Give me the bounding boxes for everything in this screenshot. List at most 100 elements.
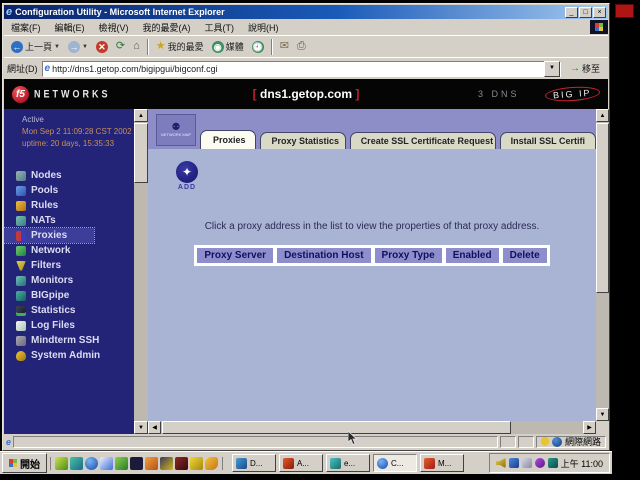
- sidebar-scrollbar[interactable]: ▲ ▼: [134, 109, 148, 434]
- taskbar-clock[interactable]: 上午 11:00: [561, 457, 603, 470]
- proxies-page: ✦ ADD Click a proxy address in the list …: [148, 149, 596, 421]
- address-dropdown-icon[interactable]: ▼: [544, 61, 560, 77]
- filters-icon: [16, 261, 26, 271]
- title-bar[interactable]: e Configuration Utility - Microsoft Inte…: [4, 5, 608, 19]
- close-button[interactable]: ×: [593, 7, 606, 18]
- tray-icon[interactable]: [535, 458, 545, 468]
- task-button[interactable]: D...: [232, 454, 276, 472]
- quick-launch-icon[interactable]: [70, 457, 83, 470]
- sidebar-item-log-files[interactable]: Log Files: [4, 318, 134, 333]
- sidebar-item-network[interactable]: Network: [4, 243, 134, 258]
- vertical-scrollbar[interactable]: ▲ ▼: [596, 109, 609, 434]
- menu-tools[interactable]: 工具(T): [198, 20, 242, 35]
- sidebar-scroll-thumb[interactable]: [134, 123, 148, 183]
- network-map-widget[interactable]: ⚉ NETWORK MAP: [156, 114, 196, 146]
- sidebar-item-label: Log Files: [31, 320, 75, 331]
- sidebar-item-nats[interactable]: NATs: [4, 213, 134, 228]
- col-proxy-type: Proxy Type: [373, 246, 444, 265]
- quick-launch-icon[interactable]: [190, 457, 203, 470]
- favorites-icon: ★: [156, 41, 166, 52]
- quick-launch-icon[interactable]: [85, 457, 98, 470]
- address-input[interactable]: [50, 64, 544, 74]
- stop-button[interactable]: ✕: [92, 40, 112, 54]
- menu-favorites[interactable]: 我的最愛(A): [136, 20, 198, 35]
- task-button[interactable]: M...: [420, 454, 464, 472]
- media-button[interactable]: ◉ 媒體: [208, 39, 248, 54]
- menu-help[interactable]: 說明(H): [241, 20, 286, 35]
- link-bigip[interactable]: BIG IP: [545, 85, 600, 103]
- address-input-wrap: e ▼: [42, 61, 561, 77]
- sidebar-item-system-admin[interactable]: System Admin: [4, 348, 134, 363]
- sidebar-item-statistics[interactable]: Statistics: [4, 303, 134, 318]
- scroll-left-icon[interactable]: ◀: [148, 421, 161, 434]
- horizontal-scrollbar[interactable]: ◀ ▶: [148, 421, 596, 434]
- refresh-button[interactable]: ⟳: [112, 40, 129, 53]
- sidebar-item-rules[interactable]: Rules: [4, 198, 134, 213]
- home-button[interactable]: ⌂: [129, 40, 144, 53]
- add-icon[interactable]: ✦: [176, 161, 198, 183]
- link-3dns[interactable]: 3 DNS: [478, 89, 520, 99]
- menu-view[interactable]: 檢視(V): [92, 20, 136, 35]
- vertical-scroll-thumb[interactable]: [596, 123, 609, 293]
- scroll-down-icon[interactable]: ▼: [596, 408, 609, 421]
- tab-proxy-statistics[interactable]: Proxy Statistics: [260, 132, 345, 149]
- sidebar-item-label: Filters: [31, 260, 61, 271]
- sidebar-item-monitors[interactable]: Monitors: [4, 273, 134, 288]
- tray-icon[interactable]: [522, 458, 532, 468]
- scroll-right-icon[interactable]: ▶: [583, 421, 596, 434]
- sidebar-item-filters[interactable]: Filters: [4, 258, 134, 273]
- history-button[interactable]: 🕘: [248, 40, 268, 54]
- back-dropdown-icon[interactable]: ▼: [54, 44, 60, 50]
- internet-globe-icon: [552, 437, 562, 447]
- quick-launch-icon[interactable]: [100, 457, 113, 470]
- task-button[interactable]: e...: [326, 454, 370, 472]
- nodes-icon: [16, 171, 26, 181]
- horizontal-scroll-thumb[interactable]: [162, 421, 511, 434]
- quick-launch-icon[interactable]: [160, 457, 173, 470]
- sidebar-item-label: Monitors: [31, 275, 73, 286]
- forward-button[interactable]: → ▼: [64, 40, 92, 54]
- task-button[interactable]: A...: [279, 454, 323, 472]
- menu-edit[interactable]: 編輯(E): [48, 20, 92, 35]
- status-page-icon: e: [6, 437, 11, 447]
- status-datetime: Mon Sep 2 11:09:28 CST 2002: [22, 126, 134, 138]
- scroll-down-icon[interactable]: ▼: [134, 421, 148, 434]
- favorites-button[interactable]: ★ 我的最愛: [152, 39, 208, 54]
- forward-dropdown-icon[interactable]: ▼: [82, 44, 88, 50]
- tab-proxies[interactable]: Proxies: [200, 130, 256, 149]
- minimize-button[interactable]: _: [565, 7, 578, 18]
- tab-create-ssl-certificate-request[interactable]: Create SSL Certificate Request: [350, 132, 496, 149]
- quick-launch-icon[interactable]: [55, 457, 68, 470]
- volume-icon[interactable]: [496, 458, 506, 468]
- quick-launch-icon[interactable]: [130, 457, 143, 470]
- sidebar-item-pools[interactable]: Pools: [4, 183, 134, 198]
- sidebar-item-nodes[interactable]: Nodes: [4, 168, 134, 183]
- quick-launch-icon[interactable]: [175, 457, 188, 470]
- task-icon: [377, 458, 388, 469]
- maximize-button[interactable]: □: [579, 7, 592, 18]
- mail-button[interactable]: ✉: [276, 40, 293, 53]
- sidebar-item-label: NATs: [31, 215, 56, 226]
- toolbar-separator: [271, 39, 273, 55]
- proxies-icon: [16, 231, 26, 241]
- go-button[interactable]: → 移至: [565, 61, 605, 76]
- task-button-active[interactable]: C...: [373, 454, 417, 472]
- quick-launch-icon[interactable]: [115, 457, 128, 470]
- quick-launch-icon[interactable]: [145, 457, 158, 470]
- monitors-icon: [16, 276, 26, 286]
- print-button[interactable]: ⎙: [293, 40, 310, 53]
- tab-install-ssl-certificate[interactable]: Install SSL Certifi: [500, 132, 596, 149]
- sidebar-item-bigpipe[interactable]: BIGpipe: [4, 288, 134, 303]
- scroll-up-icon[interactable]: ▲: [134, 109, 148, 122]
- quick-launch-icon[interactable]: [205, 457, 218, 470]
- tray-icon[interactable]: [548, 458, 558, 468]
- menu-file[interactable]: 檔案(F): [4, 20, 48, 35]
- start-button[interactable]: 開始: [2, 453, 47, 473]
- back-button[interactable]: ← 上一頁 ▼: [7, 39, 64, 54]
- add-proxy-control[interactable]: ✦ ADD: [172, 161, 202, 191]
- sidebar-item-proxies[interactable]: Proxies: [4, 228, 94, 243]
- sidebar-item-mindterm-ssh[interactable]: Mindterm SSH: [4, 333, 134, 348]
- tray-icon[interactable]: [509, 458, 519, 468]
- scroll-up-icon[interactable]: ▲: [596, 109, 609, 122]
- tab-band: ⚉ NETWORK MAP Proxies Proxy Statistics C…: [148, 109, 596, 149]
